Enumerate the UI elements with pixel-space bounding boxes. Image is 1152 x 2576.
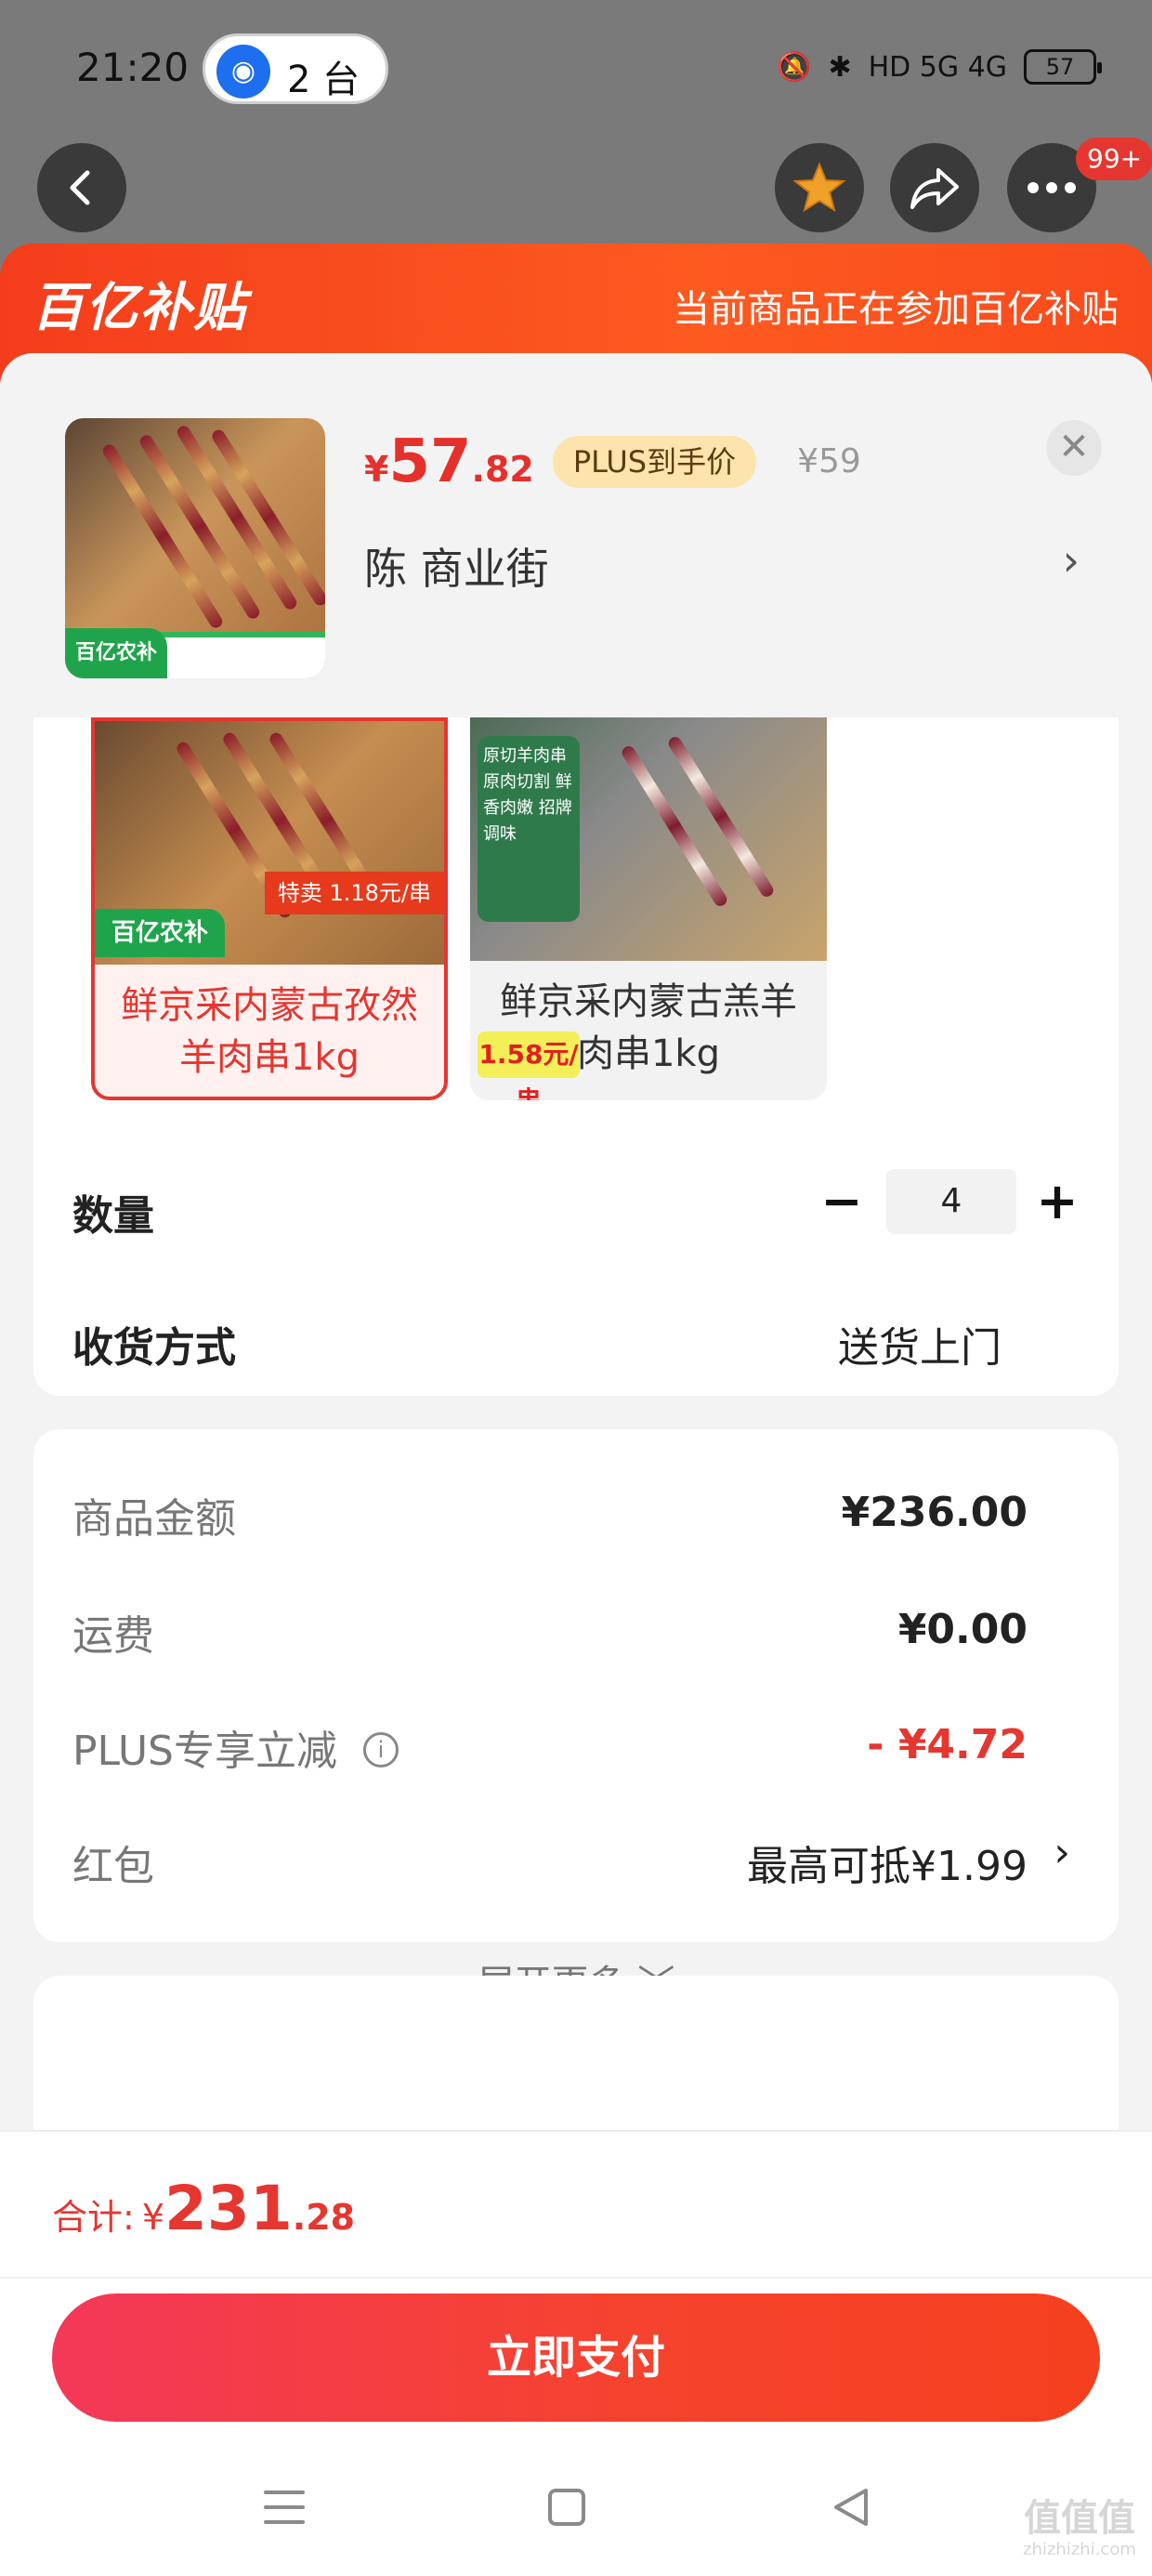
total-decimal: .28 xyxy=(292,2197,356,2238)
more-dots-icon xyxy=(1028,182,1076,193)
chevron-right-icon[interactable]: › xyxy=(1054,1829,1070,1876)
plus-discount-row: PLUS专享立减 i xyxy=(72,1717,399,1777)
option-card-lamb[interactable]: 原切羊肉串 原肉切割 鲜香肉嫩 招牌调味 1.58元/串 鲜京采内蒙古羔羊肉串1… xyxy=(470,717,827,1100)
product-thumbnail: 百亿农补 xyxy=(65,418,325,678)
status-bar: 21:20 ◉ 2 台 🔕 ✱ HD 5G 4G 57 xyxy=(0,0,1152,139)
favorite-button[interactable] xyxy=(775,143,864,232)
watermark-url: zhizhizhi.com xyxy=(1023,2540,1136,2559)
status-time: 21:20 xyxy=(76,45,190,90)
plus-price-tag: PLUS到手价 xyxy=(552,436,757,488)
watermark: 值值值 zhizhizhi.com xyxy=(1015,2498,1145,2567)
share-icon xyxy=(910,168,959,209)
info-icon[interactable]: i xyxy=(363,1732,399,1768)
option-price-tag: 特卖 1.18元/串 xyxy=(264,872,444,914)
quantity-label: 数量 xyxy=(72,1192,154,1240)
subsidy-logo: 百亿补贴 xyxy=(32,278,247,338)
option-brand-label: 百亿农补 xyxy=(95,909,226,957)
product-header: 百亿农补 ¥ 57 .82 PLUS到手价 ¥59 ✕ 陈 商业街 › xyxy=(0,353,1152,717)
freight-label: 运费 xyxy=(72,1612,154,1660)
option-card-cumin-lamb[interactable]: 特卖 1.18元/串 百亿农补 鲜京采内蒙古孜然羊肉串1kg xyxy=(91,717,448,1100)
back-nav-icon[interactable] xyxy=(823,2485,879,2541)
status-icons: 🔕 ✱ HD 5G 4G 57 xyxy=(777,46,1102,87)
total-label: 合计: xyxy=(52,2197,135,2238)
back-button[interactable] xyxy=(37,143,126,232)
total-symbol: ¥ xyxy=(141,2197,164,2238)
thumbnail-tag-label: 百亿农补 xyxy=(65,628,167,678)
chevron-left-icon xyxy=(70,170,90,205)
option-feature-tag: 原切羊肉串 原肉切割 鲜香肉嫩 招牌调味 xyxy=(478,736,580,922)
price-integer: 57 xyxy=(388,427,472,496)
bluetooth-icon: ✱ xyxy=(828,50,852,84)
total-line: 合计: ¥ 231 .28 xyxy=(52,2173,355,2244)
goods-amount-label: 商品金额 xyxy=(72,1495,236,1543)
chevron-right-icon[interactable]: › xyxy=(1063,535,1080,585)
hotspot-label: 2 台 xyxy=(287,59,360,101)
price-decimal: .82 xyxy=(471,449,534,490)
network-icons: HD 5G 4G xyxy=(868,50,1007,84)
star-icon xyxy=(792,162,846,213)
freight-value: ¥0.00 xyxy=(897,1606,1028,1653)
mute-icon: 🔕 xyxy=(777,50,812,84)
menu-nav-icon[interactable] xyxy=(256,2485,312,2541)
option-name: 鲜京采内蒙古孜然羊肉串1kg xyxy=(121,984,418,1079)
bottom-bar: 合计: ¥ 231 .28 立即支付 值值值 zhizhizhi.com xyxy=(0,2130,1152,2576)
price-line: ¥ 57 .82 PLUS到手价 ¥59 xyxy=(364,427,861,497)
checkout-page: 21:20 ◉ 2 台 🔕 ✱ HD 5G 4G 57 99+ 百亿补贴 当前商… xyxy=(0,0,1152,2576)
hongbao-value[interactable]: 最高可抵¥1.99 xyxy=(747,1833,1028,1892)
home-nav-icon[interactable] xyxy=(539,2485,595,2541)
battery-icon: 57 xyxy=(1024,49,1102,85)
options-card: 特卖 1.18元/串 百亿农补 鲜京采内蒙古孜然羊肉串1kg 原切羊肉串 原肉切… xyxy=(33,717,1119,1396)
price-symbol: ¥ xyxy=(364,449,389,490)
notification-badge: 99+ xyxy=(1076,138,1152,180)
plus-discount-value: - ¥4.72 xyxy=(867,1721,1028,1768)
option-name: 鲜京采内蒙古羔羊肉串1kg xyxy=(500,980,797,1075)
close-button[interactable]: ✕ xyxy=(1046,420,1102,476)
shipping-method-value[interactable]: 送货上门 xyxy=(838,1314,1001,1373)
watermark-logo: 值值值 xyxy=(1024,2497,1135,2540)
original-price: ¥59 xyxy=(797,442,861,480)
share-button[interactable] xyxy=(890,143,979,232)
delivery-address[interactable]: 陈 商业街 xyxy=(364,535,549,597)
pay-now-button[interactable]: 立即支付 xyxy=(52,2293,1100,2422)
quantity-decrease-button[interactable]: − xyxy=(814,1169,870,1234)
total-integer: 231 xyxy=(164,2173,293,2244)
goods-amount-value: ¥236.00 xyxy=(841,1489,1028,1536)
price-breakdown-card: 商品金额 ¥236.00 运费 ¥0.00 PLUS专享立减 i - ¥4.72 … xyxy=(33,1429,1119,1942)
divider xyxy=(0,2277,1152,2279)
hotspot-icon: ◉ xyxy=(216,45,270,99)
subsidy-text: 当前商品正在参加百亿补贴 xyxy=(673,288,1119,331)
quantity-increase-button[interactable]: + xyxy=(1029,1169,1085,1234)
plus-discount-label: PLUS专享立减 xyxy=(72,1728,337,1775)
quantity-input[interactable]: 4 xyxy=(886,1169,1016,1234)
shipping-method-label: 收货方式 xyxy=(72,1324,236,1372)
hotspot-pill[interactable]: ◉ 2 台 xyxy=(203,33,388,104)
hongbao-label: 红包 xyxy=(72,1843,154,1890)
